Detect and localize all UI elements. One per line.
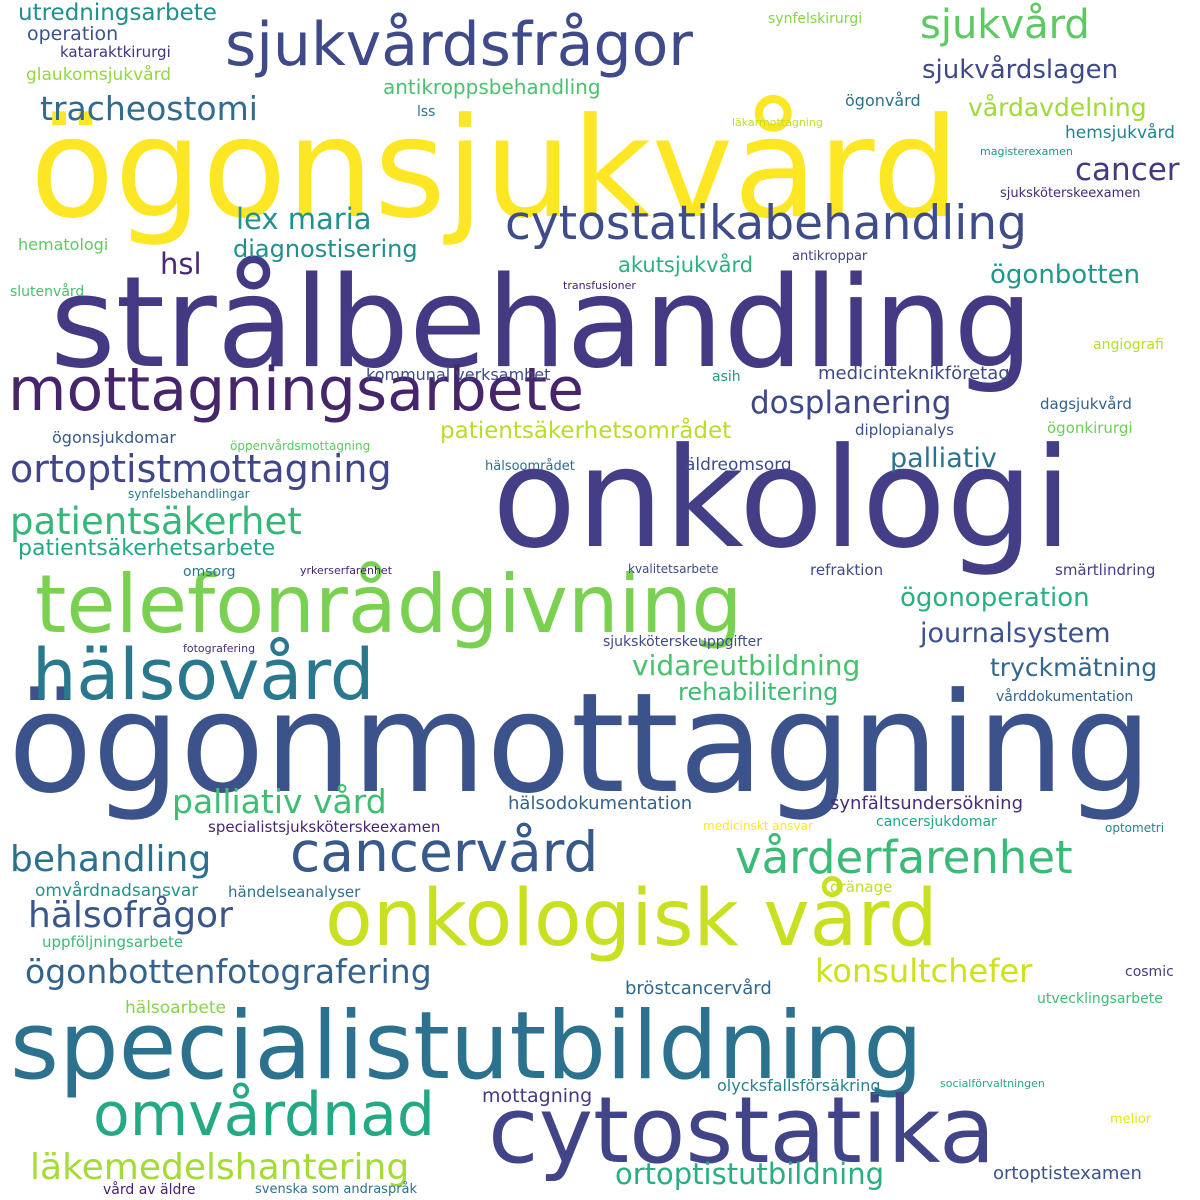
word: ögonbotten — [990, 260, 1141, 290]
word: glaukomsjukvård — [26, 65, 172, 85]
word: optometri — [1105, 821, 1165, 835]
word: hälsoområdet — [485, 459, 575, 474]
word: kataraktkirurgi — [60, 43, 171, 61]
word: yrkerserfarenhet — [300, 564, 393, 577]
word: lex maria — [236, 202, 372, 236]
word: ortoptistmottagning — [10, 447, 392, 491]
word: olycksfallsförsäkring — [717, 1076, 881, 1095]
word: vidareutbildning — [632, 649, 861, 682]
word: sjukvårdslagen — [922, 55, 1119, 85]
word: operation — [27, 23, 119, 45]
word: transfusioner — [563, 279, 636, 292]
word: händelseanalyser — [228, 883, 361, 901]
word: cytostatikabehandling — [505, 196, 1027, 251]
word: cosmic — [1125, 964, 1174, 980]
word: läkarmottagning — [732, 116, 823, 129]
word: palliativ — [890, 443, 997, 474]
word: fotografering — [183, 642, 256, 655]
word: utredningsarbete — [18, 0, 217, 26]
word: omvårdnad — [93, 1080, 436, 1150]
word: vård av äldre — [103, 1182, 196, 1198]
word: mottagning — [482, 1085, 593, 1107]
word: läkemedelshantering — [30, 1147, 410, 1188]
word: bröstcancervård — [625, 978, 772, 999]
word: kvalitetsarbete — [628, 562, 719, 576]
word: lss — [417, 104, 436, 120]
word: omsorg — [183, 564, 236, 580]
word: akutsjukvård — [618, 253, 754, 277]
word: sjukvårdsfrågor — [225, 10, 693, 80]
word: palliativ vård — [172, 782, 387, 821]
word: patientsäkerhetsarbete — [18, 536, 276, 561]
word: behandling — [10, 839, 212, 880]
word: melior — [1110, 1112, 1152, 1127]
word: sjuksköterskeexamen — [1000, 186, 1141, 201]
word: synfelskirurgi — [768, 11, 863, 27]
word: ortoptistexamen — [993, 1163, 1142, 1184]
word: ögonkirurgi — [1047, 419, 1133, 437]
word: angiografi — [1093, 337, 1164, 353]
word: specialistsjuksköterskeexamen — [208, 818, 441, 836]
word: synfältsundersökning — [830, 793, 1024, 814]
word: hematologi — [18, 235, 109, 254]
word: öppenvårdsmottagning — [230, 439, 371, 453]
word: medicinteknikföretag — [818, 363, 1010, 384]
word: hälsofrågor — [28, 895, 233, 936]
word: telefonrådgivning — [35, 558, 743, 651]
word: asih — [712, 369, 741, 385]
word: synfelsbehandlingar — [128, 487, 250, 501]
word: tryckmätning — [990, 653, 1158, 682]
word: dosplanering — [750, 385, 952, 421]
word: sjukvård — [920, 2, 1090, 48]
word: cancer — [1075, 152, 1180, 188]
word: smärtlindring — [1055, 561, 1156, 579]
word: refraktion — [810, 561, 884, 579]
word: ögonsjukdomar — [52, 428, 176, 447]
word: vårddokumentation — [996, 689, 1134, 705]
word: konsultchefer — [815, 952, 1033, 990]
word: slutenvård — [10, 284, 85, 300]
word: hemsjukvård — [1065, 123, 1175, 143]
word: patientsäkerhetsområdet — [440, 418, 732, 444]
word: hsl — [160, 247, 202, 281]
word: utvecklingsarbete — [1037, 991, 1163, 1007]
word: antikroppar — [792, 249, 868, 264]
word: ögonvård — [845, 91, 921, 110]
word: ortoptistutbildning — [615, 1157, 885, 1191]
word: diagnostisering — [233, 235, 418, 263]
word: magisterexamen — [980, 145, 1073, 158]
word: vårdavdelning — [968, 93, 1147, 122]
word: äldreomsorg — [685, 455, 792, 475]
word: svenska som andraspråk — [255, 1182, 418, 1197]
word: vårderfarenhet — [735, 831, 1073, 884]
word: hälsodokumentation — [508, 793, 693, 814]
word: socialförvaltningen — [940, 1077, 1045, 1090]
word: hälsoarbete — [125, 998, 226, 1018]
word: journalsystem — [920, 618, 1111, 649]
word-cloud: ögonmottagning strålbehandling ögonsjukv… — [0, 0, 1200, 1200]
word: tracheostomi — [40, 89, 258, 128]
word: patientsäkerhet — [10, 500, 302, 543]
word: dagsjukvård — [1040, 395, 1132, 413]
word: rehabilitering — [678, 678, 839, 706]
word: antikroppsbehandling — [383, 75, 601, 99]
word: cancersjukdomar — [876, 814, 997, 830]
word: omvårdnadsansvar — [35, 881, 199, 901]
word: diplopianalys — [855, 421, 954, 439]
word: ögonoperation — [900, 583, 1090, 613]
word: sjuksköterskeuppgifter — [603, 634, 762, 650]
word: kommunal verksamhet — [366, 365, 551, 384]
word: ögonbottenfotografering — [25, 952, 432, 991]
word: dränage — [830, 878, 893, 896]
word: uppföljningsarbete — [42, 933, 184, 951]
word: medicinskt ansvar — [703, 819, 813, 833]
